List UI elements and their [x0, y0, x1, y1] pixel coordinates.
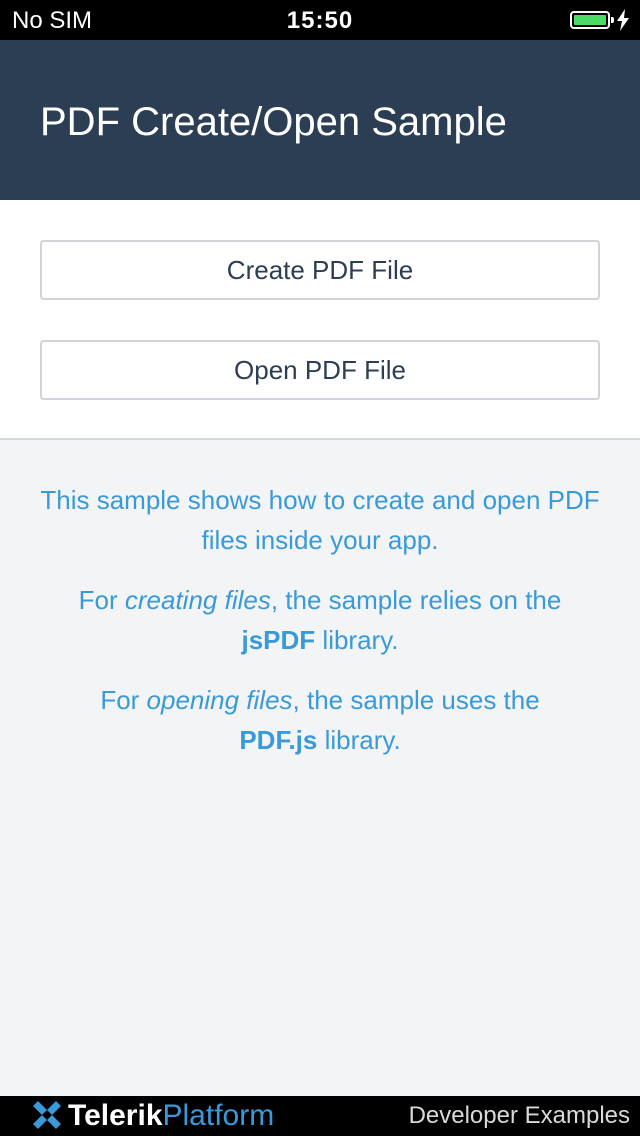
app-header: PDF Create/Open Sample [0, 40, 640, 200]
opening-files-text: For opening files, the sample uses the P… [100, 685, 540, 755]
creating-files-emphasis: creating files [124, 585, 271, 615]
footer-bar: TelerikPlatform Developer Examples [0, 1096, 640, 1136]
battery-icon [570, 11, 614, 29]
brand-platform: Platform [162, 1099, 275, 1132]
page-title: PDF Create/Open Sample [40, 100, 507, 144]
open-pdf-button[interactable]: Open PDF File [40, 340, 600, 400]
create-pdf-button[interactable]: Create PDF File [40, 240, 600, 300]
status-bar: No SIM 15:50 [0, 0, 640, 40]
brand-wordmark: TelerikPlatform [68, 1099, 274, 1133]
charging-bolt-icon [617, 9, 629, 31]
status-time: 15:50 [286, 7, 354, 34]
info-section: This sample shows how to create and open… [0, 480, 640, 780]
intro-text: This sample shows how to create and open… [40, 485, 600, 555]
creating-files-text: For creating files, the sample relies on… [78, 585, 562, 655]
opening-files-emphasis: opening files [146, 685, 293, 715]
jspdf-library-name: jsPDF [241, 625, 316, 655]
pdfjs-library-name: PDF.js [239, 725, 318, 755]
actions-panel: Create PDF File Open PDF File [0, 200, 640, 440]
developer-examples-label: Developer Examples [408, 1102, 630, 1129]
telerik-logo-icon [33, 1101, 61, 1129]
brand-telerik: Telerik [68, 1099, 163, 1132]
